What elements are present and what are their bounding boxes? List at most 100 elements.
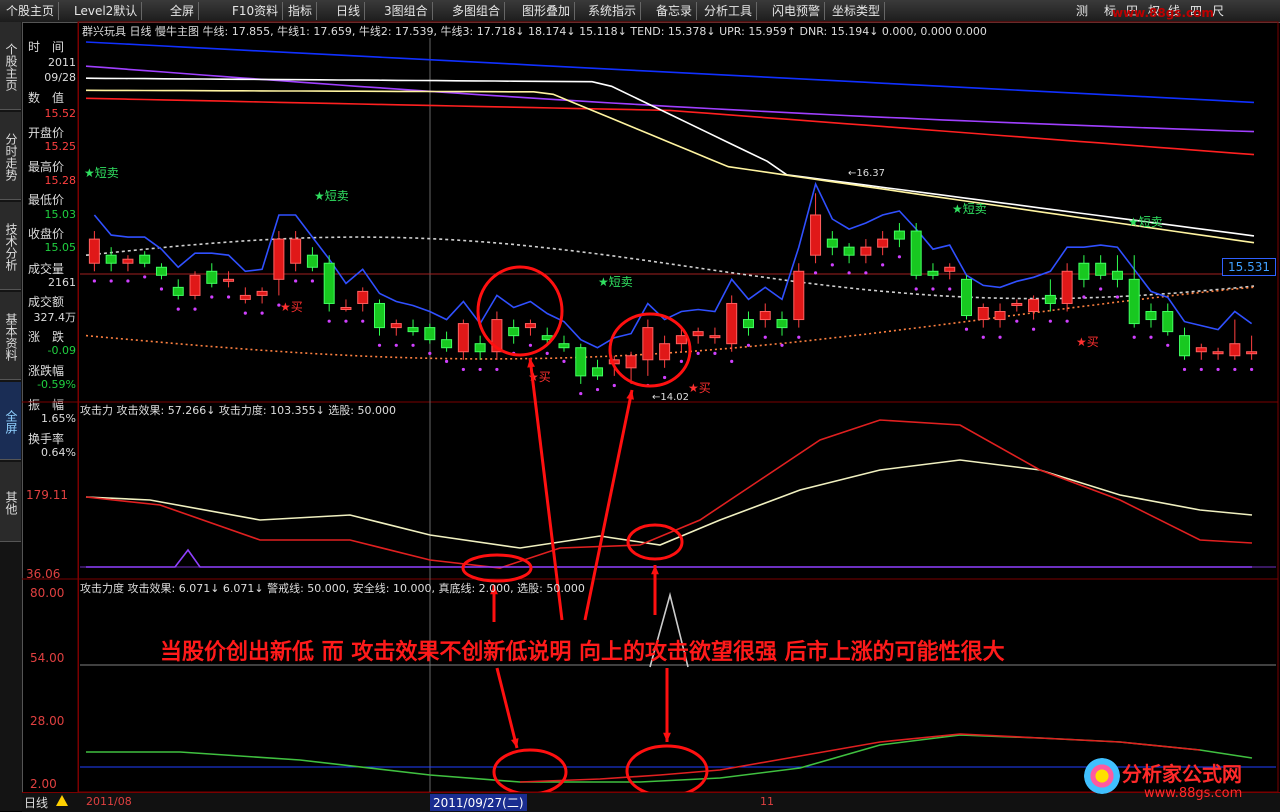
support-dot [1031,327,1036,331]
support-dot [1082,295,1086,299]
candle-body [1078,262,1090,280]
candle-body [155,266,167,276]
support-dot [226,295,231,299]
sell-signal-label: ★短卖 [598,275,633,289]
highlight-circle-6 [625,744,709,798]
support-dot [847,271,851,275]
candle-body [575,347,587,377]
candle-body [290,238,302,264]
period-label[interactable]: 日线 [24,794,48,811]
candle-body [625,355,637,369]
candle-body [893,230,905,240]
main-chart-header: 群兴玩具 日线 慢牛主图 牛线: 17.855, 牛线1: 17.659, 牛线… [82,25,987,38]
support-dot [1048,319,1052,323]
sell-signal-label: ★短卖 [952,202,987,216]
indicator2-header: 攻击力度 攻击效果: 6.071↓ 6.071↓ 警戒线: 50.000, 安全… [80,582,585,595]
candle-body [239,294,251,300]
candle-body [122,258,134,264]
candle-body [1195,347,1207,353]
support-dot [881,263,885,267]
candle-body [793,270,805,321]
support-dot [109,279,113,283]
high-marker: ←16.37 [848,168,885,179]
candle-body [524,323,536,329]
candle-body [1229,343,1241,357]
support-dot [696,351,700,355]
sell-signal-label: ★短卖 [314,189,349,203]
ind1-attack-power [85,459,1253,549]
support-dot [411,343,415,347]
candle-body [692,331,704,337]
brand-url: www.88gs.com [1144,786,1243,801]
candle-body [457,323,469,353]
candle-body [508,327,520,337]
ma-cream [85,89,1255,244]
support-dot [663,375,667,380]
candle-body [944,266,956,272]
date-left: 2011/08 [86,795,132,808]
buy-signal-label: ★买 [688,381,711,395]
support-dot [243,311,247,315]
support-dot [813,271,818,275]
candle-body [424,327,436,341]
candle-body [206,270,218,284]
arrow-to-circle-6-head [663,732,671,742]
candle-body [1246,351,1258,355]
support-dot [1115,295,1120,299]
support-dot [730,359,734,363]
support-dot [92,279,96,283]
candle-body [1044,294,1056,304]
support-dot [1099,287,1103,291]
support-dot [864,271,868,275]
support-dot [444,359,449,363]
support-dot [830,263,834,267]
support-dot [327,319,331,323]
price-tag: 15.531 [1222,258,1276,276]
warning-icon [56,795,68,806]
support-dot [294,279,298,283]
ind1-axis-bottom: 36.06 [26,567,61,581]
candle-body [1028,298,1040,313]
brand-logo: 分析家公式网 www.88gs.com [1078,752,1278,808]
candle-body [1145,311,1157,321]
ma-purple [85,65,1255,133]
support-dot [763,335,767,339]
support-dot [1132,335,1136,339]
support-dot [981,335,985,339]
cursor-date: 2011/09/27(二) [430,794,527,811]
date-right: 11 [760,795,774,808]
candle-body [776,319,788,329]
support-dot [344,319,348,323]
support-dot [428,351,432,355]
sell-signal-label: ★短卖 [84,166,119,180]
candle-body [340,306,352,310]
support-dot [478,367,482,372]
support-dot [1250,367,1254,372]
highlight-circle-5 [492,748,568,796]
ind2-axis-80: 80.00 [30,586,65,600]
support-dot [1233,367,1237,372]
ind1-axis-top: 179.11 [26,488,68,502]
candle-body [1212,351,1224,355]
channel-blue [93,181,1253,349]
candle-body [1111,270,1123,280]
brand-name: 分析家公式网 [1122,762,1242,786]
buy-signal-label: ★买 [280,300,303,314]
low-marker: ←14.02 [652,392,689,403]
support-dot [964,327,969,331]
support-dot [1149,335,1153,339]
indicator1-header: 攻击力 攻击效果: 57.266↓ 攻击力度: 103.355↓ 选股: 50.… [80,404,396,417]
candle-body [675,335,687,345]
candle-body [1011,302,1023,306]
support-dot [562,359,566,363]
ind2-axis-54: 54.00 [30,651,65,665]
candle-body [860,246,872,256]
support-dot [159,287,164,291]
ind2-axis-28: 28.00 [30,714,65,728]
candle-body [742,319,754,329]
candle-body [709,335,721,339]
support-dot [897,255,902,259]
arrow-to-circle-5 [495,667,519,749]
support-dot [914,287,918,291]
ind2-axis-2: 2.00 [30,777,57,791]
